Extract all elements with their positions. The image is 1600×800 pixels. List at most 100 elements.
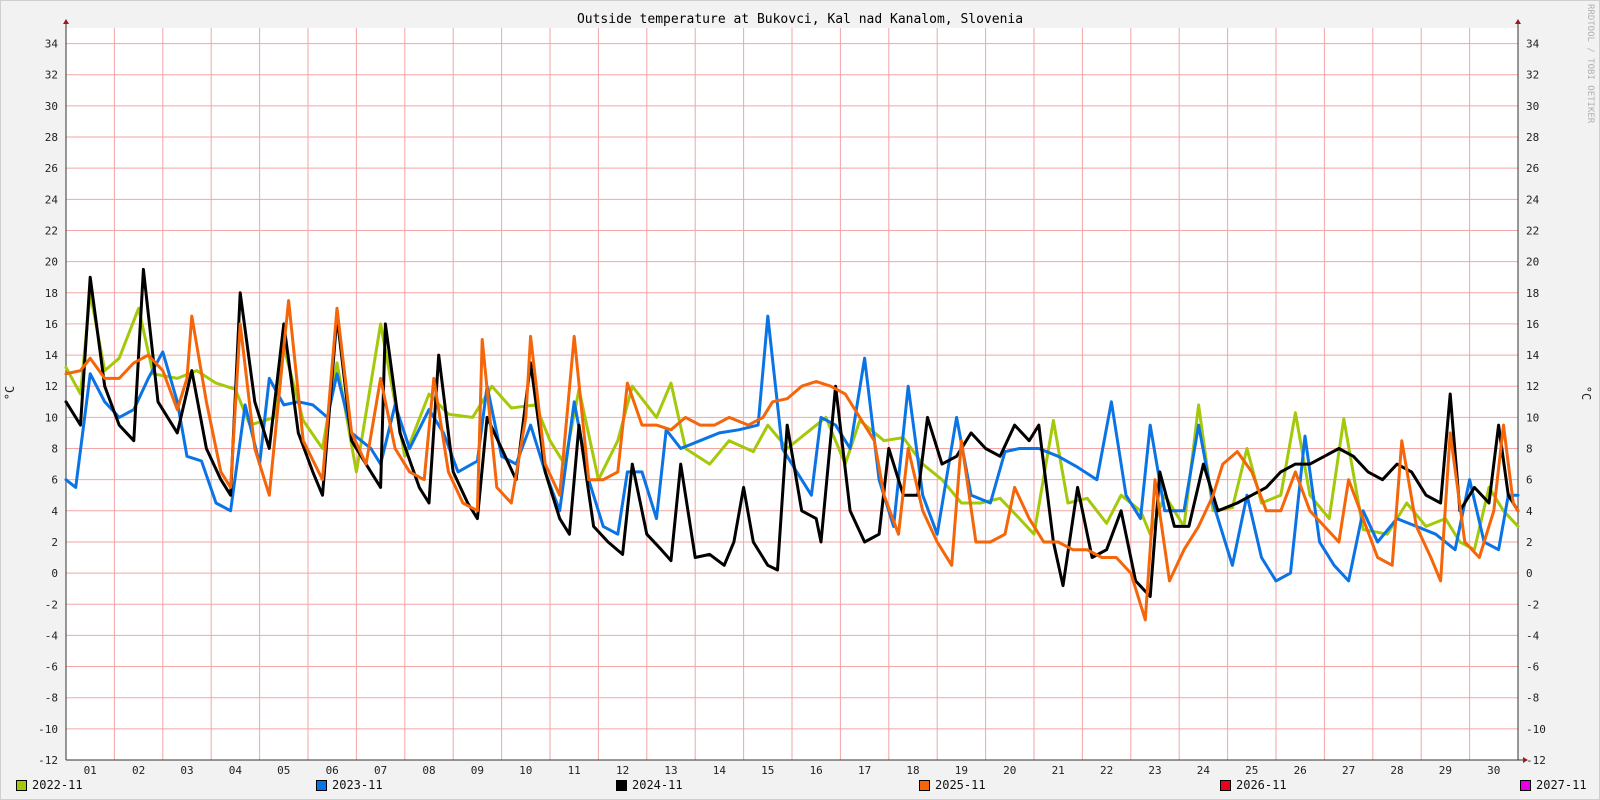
y-tick-label-right: -2 — [1526, 598, 1539, 611]
y-tick-label-right: 2 — [1526, 536, 1533, 549]
y-tick-label-left: 18 — [45, 287, 58, 300]
legend-label: 2025-11 — [935, 778, 986, 792]
y-tick-label-left: 14 — [45, 349, 59, 362]
x-tick-label: 01 — [84, 764, 97, 776]
x-tick-label: 18 — [906, 764, 919, 776]
x-tick-label: 14 — [713, 764, 727, 776]
x-tick-label: 26 — [1294, 764, 1307, 776]
y-tick-label-right: -6 — [1526, 661, 1539, 674]
y-tick-label-right: 14 — [1526, 349, 1540, 362]
x-tick-label: 03 — [180, 764, 193, 776]
y-axis-label-right: °C — [1579, 386, 1593, 400]
legend-item-2023-11: 2023-11 — [316, 778, 383, 792]
y-tick-label-right: 10 — [1526, 411, 1539, 424]
legend-swatch — [1220, 779, 1231, 791]
y-tick-label-left: 10 — [45, 411, 58, 424]
y-tick-label-right: 30 — [1526, 100, 1539, 113]
y-tick-label-left: -10 — [38, 723, 58, 736]
y-tick-label-right: 26 — [1526, 162, 1539, 175]
x-tick-label: 27 — [1342, 764, 1355, 776]
y-tick-label-right: -12 — [1526, 754, 1546, 767]
y-tick-label-left: 2 — [51, 536, 58, 549]
x-tick-label: 12 — [616, 764, 629, 776]
legend-swatch — [316, 779, 327, 791]
y-tick-label-left: 24 — [45, 193, 59, 206]
x-tick-label: 20 — [1003, 764, 1016, 776]
y-tick-label-left: 8 — [51, 443, 58, 456]
y-tick-label-right: 6 — [1526, 474, 1533, 487]
legend-item-2022-11: 2022-11 — [16, 778, 83, 792]
y-tick-label-left: -6 — [45, 661, 58, 674]
y-tick-label-left: 22 — [45, 224, 58, 237]
y-tick-label-left: -12 — [38, 754, 58, 767]
x-tick-label: 30 — [1487, 764, 1500, 776]
y-tick-label-left: 30 — [45, 100, 58, 113]
legend-label: 2022-11 — [32, 778, 83, 792]
y-tick-label-right: -10 — [1526, 723, 1546, 736]
chart-title: Outside temperature at Bukovci, Kal nad … — [577, 12, 1023, 27]
x-tick-label: 15 — [761, 764, 774, 776]
legend: 2022-11 2023-11 2024-11 2025-11 2026-11 2027-… — [0, 778, 1600, 798]
y-tick-label-right: 24 — [1526, 193, 1540, 206]
y-tick-label-left: 12 — [45, 380, 58, 393]
y-tick-label-left: 4 — [51, 505, 58, 518]
x-tick-label: 22 — [1100, 764, 1113, 776]
legend-swatch — [919, 779, 930, 791]
legend-label: 2026-11 — [1236, 778, 1287, 792]
x-tick-label: 11 — [568, 764, 581, 776]
y-tick-label-right: 16 — [1526, 318, 1539, 331]
y-tick-label-left: 32 — [45, 69, 58, 82]
y-tick-label-left: -4 — [45, 629, 59, 642]
y-tick-label-right: 34 — [1526, 38, 1540, 51]
y-axis-arrow-right — [1515, 19, 1521, 24]
x-tick-label: 07 — [374, 764, 387, 776]
y-tick-label-right: 8 — [1526, 443, 1533, 456]
y-tick-label-right: 12 — [1526, 380, 1539, 393]
x-tick-label: 21 — [1052, 764, 1065, 776]
y-tick-label-right: 32 — [1526, 69, 1539, 82]
y-tick-label-right: 0 — [1526, 567, 1533, 580]
x-tick-label: 10 — [519, 764, 532, 776]
x-tick-label: 28 — [1390, 764, 1403, 776]
legend-swatch — [616, 779, 627, 791]
legend-item-2026-11: 2026-11 — [1220, 778, 1287, 792]
legend-label: 2024-11 — [632, 778, 683, 792]
x-tick-label: 19 — [955, 764, 968, 776]
y-axis-label-left: °C — [3, 386, 17, 400]
y-axis-arrow-left — [63, 19, 69, 24]
y-tick-label-right: -4 — [1526, 629, 1540, 642]
x-tick-label: 09 — [471, 764, 484, 776]
y-tick-label-right: 18 — [1526, 287, 1539, 300]
y-tick-label-left: 28 — [45, 131, 58, 144]
legend-label: 2027-11 — [1536, 778, 1587, 792]
y-tick-label-left: 26 — [45, 162, 58, 175]
x-tick-label: 16 — [810, 764, 823, 776]
y-tick-label-left: 20 — [45, 256, 58, 269]
legend-swatch — [1520, 779, 1531, 791]
legend-item-2024-11: 2024-11 — [616, 778, 683, 792]
y-tick-label-right: 28 — [1526, 131, 1539, 144]
y-tick-label-right: 4 — [1526, 505, 1533, 518]
x-tick-label: 02 — [132, 764, 145, 776]
y-tick-label-left: 0 — [51, 567, 58, 580]
x-tick-label: 06 — [326, 764, 339, 776]
x-tick-label: 23 — [1148, 764, 1161, 776]
rrdtool-credit: RRDTOOL / TOBI OETIKER — [1585, 4, 1595, 124]
y-tick-label-left: 16 — [45, 318, 58, 331]
y-tick-label-left: -2 — [45, 598, 58, 611]
y-tick-label-right: -8 — [1526, 692, 1539, 705]
x-tick-label: 24 — [1197, 764, 1211, 776]
x-tick-label: 04 — [229, 764, 243, 776]
legend-item-2025-11: 2025-11 — [919, 778, 986, 792]
y-tick-label-right: 20 — [1526, 256, 1539, 269]
legend-item-2027-11: 2027-11 — [1520, 778, 1587, 792]
y-tick-label-left: 6 — [51, 474, 58, 487]
legend-label: 2023-11 — [332, 778, 383, 792]
x-tick-label: 25 — [1245, 764, 1258, 776]
temperature-chart: 34 3432 3230 3028 2826 2624 2422 2220 2018 1816 16… — [3, 4, 1595, 776]
x-tick-label: 29 — [1439, 764, 1452, 776]
y-tick-label-left: 34 — [45, 38, 59, 51]
y-tick-label-right: 22 — [1526, 224, 1539, 237]
legend-swatch — [16, 779, 27, 791]
y-tick-label-left: -8 — [45, 692, 58, 705]
